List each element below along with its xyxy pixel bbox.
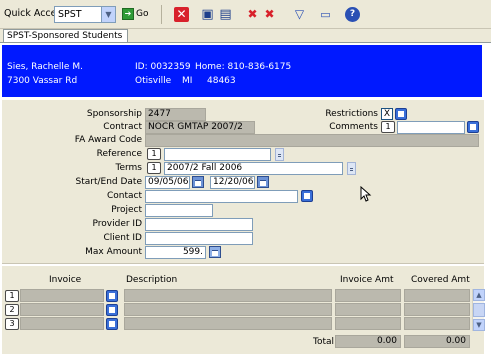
start-date-field[interactable]: 09/05/06: [145, 176, 190, 189]
restrictions-lookup-icon[interactable]: [395, 108, 407, 120]
invoice-lookup-icon[interactable]: [106, 304, 118, 316]
description-cell[interactable]: [124, 289, 332, 302]
scroll-up-icon[interactable]: ▲: [473, 289, 485, 301]
project-label: Project: [111, 205, 142, 215]
save-as-icon[interactable]: ▤: [218, 7, 233, 22]
reference-label: Reference: [96, 149, 142, 159]
invoice-cell[interactable]: [20, 317, 104, 330]
comments-lookup-icon[interactable]: [467, 121, 479, 133]
student-banner: Sies, Rachelle M. 7300 Vassar Rd ID: 003…: [2, 45, 482, 97]
start-date-calendar-icon[interactable]: [192, 176, 204, 188]
client-id-label: Client ID: [103, 233, 142, 243]
end-date-calendar-icon[interactable]: [257, 176, 269, 188]
covered-amt-header: Covered Amt: [411, 275, 470, 285]
sponsorship-label: Sponsorship: [86, 109, 142, 119]
reference-count-button[interactable]: 1: [147, 148, 161, 160]
go-button[interactable]: ➔ Go: [122, 6, 156, 23]
terms-scroll-icon[interactable]: [347, 162, 356, 175]
contact-label: Contact: [106, 191, 142, 201]
terms-label: Terms: [115, 163, 142, 173]
terms-field[interactable]: 2007/2 Fall 2006: [164, 162, 343, 175]
invoice-amt-header: Invoice Amt: [340, 275, 394, 285]
invoice-cell[interactable]: [20, 289, 104, 302]
fa-award-code-field[interactable]: [145, 134, 479, 147]
mouse-cursor-icon: [360, 186, 372, 202]
quick-access-select[interactable]: SPST ▼: [54, 6, 116, 23]
start-end-date-label: Start/End Date: [75, 177, 143, 187]
invoice-header: Invoice: [49, 275, 82, 285]
sponsorship-form: Sponsorship 2477 Restrictions X Contract…: [2, 100, 484, 264]
student-id: ID: 0032359: [135, 62, 191, 72]
toolbar: Quick Access SPST ▼ ➔ Go ✕ ▣ ▤ ✖ ✖ ▽ ▭ ?: [0, 0, 491, 29]
max-amount-field[interactable]: 599.: [145, 246, 206, 259]
covered-amt-cell[interactable]: [404, 317, 470, 330]
remove-all-icon[interactable]: ✖: [262, 7, 277, 22]
student-address: 7300 Vassar Rd: [7, 76, 78, 86]
description-cell[interactable]: [124, 317, 332, 330]
invoice-lookup-icon[interactable]: [106, 290, 118, 302]
scroll-thumb[interactable]: [473, 303, 485, 317]
student-home-phone: Home: 810-836-6175: [195, 62, 292, 72]
row-number-button[interactable]: 1: [5, 290, 19, 302]
tab-sponsored-students[interactable]: SPST-Sponsored Students: [3, 29, 128, 43]
comments-field[interactable]: [397, 121, 465, 134]
terms-count-button[interactable]: 1: [147, 162, 161, 174]
invoice-grid: Invoice Description Invoice Amt Covered …: [2, 266, 485, 354]
provider-id-field[interactable]: [145, 218, 253, 231]
reference-scroll-icon[interactable]: [275, 148, 284, 161]
total-invoice-amt: 0.00: [335, 335, 401, 348]
total-label: Total: [313, 337, 335, 347]
fa-award-code-label: FA Award Code: [74, 135, 142, 145]
description-cell[interactable]: [124, 303, 332, 316]
contact-field[interactable]: [145, 190, 298, 203]
toolbar-separator: [161, 5, 162, 24]
window-icon[interactable]: ▭: [318, 7, 333, 22]
comments-label: Comments: [329, 122, 378, 132]
total-covered-amt: 0.00: [404, 335, 470, 348]
end-date-field[interactable]: 12/20/06: [210, 176, 255, 189]
max-amount-label: Max Amount: [85, 247, 142, 257]
calculator-icon[interactable]: [209, 246, 221, 258]
delete-icon[interactable]: ✕: [174, 7, 189, 22]
invoice-amt-cell[interactable]: [335, 317, 401, 330]
go-arrow-icon: ➔: [122, 7, 134, 20]
invoice-lookup-icon[interactable]: [106, 318, 118, 330]
reference-field[interactable]: [164, 148, 271, 161]
student-zip: 48463: [207, 76, 236, 86]
invoice-amt-cell[interactable]: [335, 303, 401, 316]
scroll-down-icon[interactable]: ▼: [473, 319, 485, 331]
row-number-button[interactable]: 2: [5, 304, 19, 316]
chevron-down-icon[interactable]: ▼: [101, 7, 115, 22]
contact-lookup-icon[interactable]: [301, 190, 313, 202]
contract-label: Contract: [103, 122, 142, 132]
sponsorship-field[interactable]: 2477: [145, 108, 206, 121]
invoice-cell[interactable]: [20, 303, 104, 316]
invoice-amt-cell[interactable]: [335, 289, 401, 302]
row-number-button[interactable]: 3: [5, 318, 19, 330]
restrictions-checkbox[interactable]: X: [381, 108, 393, 120]
client-id-field[interactable]: [145, 232, 253, 245]
grid-scrollbar[interactable]: ▲ ▼: [472, 289, 485, 331]
help-icon[interactable]: ?: [345, 7, 360, 22]
save-icon[interactable]: ▣: [200, 7, 215, 22]
student-state: MI: [182, 76, 193, 86]
filter-icon[interactable]: ▽: [292, 7, 307, 22]
restrictions-label: Restrictions: [325, 109, 378, 119]
go-label: Go: [136, 9, 149, 19]
covered-amt-cell[interactable]: [404, 303, 470, 316]
project-field[interactable]: [145, 204, 213, 217]
quick-access-value: SPST: [58, 9, 82, 20]
student-city: Otisville: [135, 76, 172, 86]
remove-icon[interactable]: ✖: [245, 7, 260, 22]
covered-amt-cell[interactable]: [404, 289, 470, 302]
comments-count-button[interactable]: 1: [381, 121, 395, 133]
description-header: Description: [126, 275, 178, 285]
student-name: Sies, Rachelle M.: [7, 62, 83, 72]
provider-id-label: Provider ID: [92, 219, 143, 229]
